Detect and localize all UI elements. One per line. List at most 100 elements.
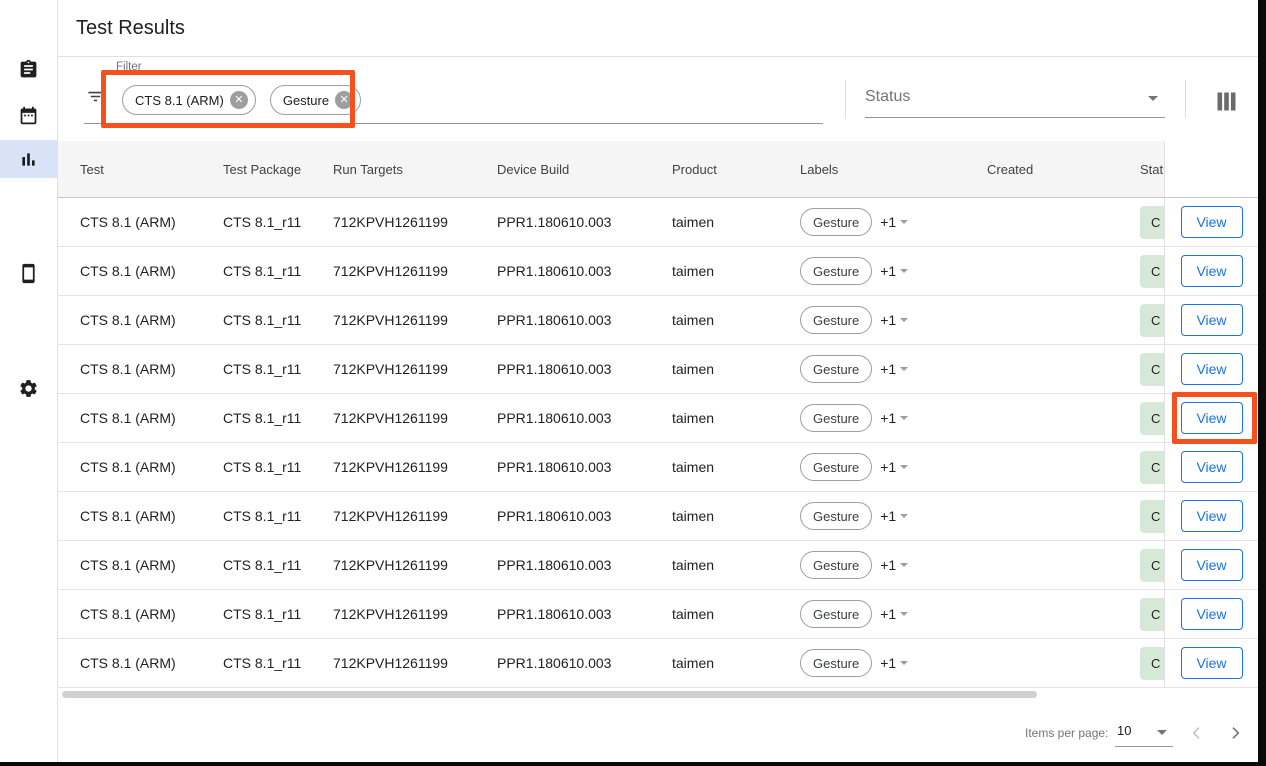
table-row: CTS 8.1 (ARM) CTS 8.1_r11 712KPVH1261199… [58,590,1258,639]
view-button[interactable]: View [1181,451,1243,483]
view-button[interactable]: View [1181,500,1243,532]
smartphone-icon [18,263,39,284]
chevron-down-icon [1148,96,1158,101]
view-button[interactable]: View [1181,647,1243,679]
cell-device-build: PPR1.180610.003 [497,606,672,622]
close-icon[interactable]: ✕ [230,91,248,109]
main-content: Test Results Filter CTS 8.1 (ARM) ✕ Gest… [58,0,1258,762]
gear-icon [18,378,39,399]
app-window: Test Results Filter CTS 8.1 (ARM) ✕ Gest… [0,0,1266,766]
window-edge-bottom [0,762,1266,766]
next-page-button[interactable] [1227,725,1243,746]
cell-test-package: CTS 8.1_r11 [223,655,333,671]
view-columns-icon[interactable] [1217,92,1236,116]
more-labels-dropdown[interactable]: +1 [880,557,908,573]
filter-chip-gesture[interactable]: Gesture ✕ [270,85,361,115]
more-labels-dropdown[interactable]: +1 [880,214,908,230]
more-labels-dropdown[interactable]: +1 [880,459,908,475]
chevron-down-icon [900,269,908,273]
table-row: CTS 8.1 (ARM) CTS 8.1_r11 712KPVH1261199… [58,198,1258,247]
status-dropdown-underline[interactable] [865,117,1165,118]
cell-run-targets: 712KPVH1261199 [333,655,497,671]
more-labels-count: +1 [880,557,896,573]
cell-actions: View [1164,443,1258,491]
items-per-page-label: Items per page: [1025,726,1108,740]
cell-labels: Gesture +1 [800,649,987,677]
more-labels-dropdown[interactable]: +1 [880,508,908,524]
more-labels-dropdown[interactable]: +1 [880,312,908,328]
cell-actions: View [1164,345,1258,393]
previous-page-button[interactable] [1189,725,1205,746]
label-chip-text: Gesture [813,558,859,573]
cell-product: taimen [672,214,800,230]
view-button[interactable]: View [1181,402,1243,434]
chevron-down-icon [900,514,908,518]
close-icon[interactable]: ✕ [335,91,353,109]
view-button[interactable]: View [1181,598,1243,630]
cell-status: C [1140,247,1164,295]
more-labels-count: +1 [880,606,896,622]
table-row: CTS 8.1 (ARM) CTS 8.1_r11 712KPVH1261199… [58,541,1258,590]
more-labels-dropdown[interactable]: +1 [880,361,908,377]
label-chip-text: Gesture [813,411,859,426]
cell-labels: Gesture +1 [800,453,987,481]
view-button[interactable]: View [1181,549,1243,581]
page-header: Test Results [58,0,1258,57]
cell-actions: View [1164,247,1258,295]
view-button[interactable]: View [1181,304,1243,336]
cell-device-build: PPR1.180610.003 [497,508,672,524]
chevron-down-icon[interactable] [1157,730,1167,735]
filter-chip-label: CTS 8.1 (ARM) [135,93,224,108]
filter-icon[interactable] [86,87,105,111]
filter-field-underline [84,123,823,124]
cell-device-build: PPR1.180610.003 [497,410,672,426]
horizontal-scrollbar-thumb[interactable] [62,691,1037,698]
chevron-down-icon [900,220,908,224]
cell-run-targets: 712KPVH1261199 [333,263,497,279]
label-chip: Gesture [800,453,872,481]
status-badge: C [1140,451,1164,484]
column-header-status: Status [1140,162,1164,177]
more-labels-dropdown[interactable]: +1 [880,606,908,622]
cell-labels: Gesture +1 [800,208,987,236]
cell-actions: View [1164,639,1258,687]
status-badge: C [1140,549,1164,582]
view-button[interactable]: View [1181,255,1243,287]
cell-test-package: CTS 8.1_r11 [223,214,333,230]
cell-actions: View [1164,492,1258,540]
more-labels-dropdown[interactable]: +1 [880,263,908,279]
sidebar-item-scheduled-runs[interactable] [0,93,57,137]
toolbar-divider [1185,80,1186,118]
cell-labels: Gesture +1 [800,404,987,432]
cell-product: taimen [672,459,800,475]
cell-product: taimen [672,508,800,524]
more-labels-dropdown[interactable]: +1 [880,410,908,426]
page-title: Test Results [76,17,185,40]
cell-test: CTS 8.1 (ARM) [58,508,223,524]
sidebar-item-devices[interactable] [0,251,57,295]
view-button[interactable]: View [1181,353,1243,385]
cell-status: C [1140,492,1164,540]
cell-test: CTS 8.1 (ARM) [58,312,223,328]
label-chip-text: Gesture [813,215,859,230]
table-row: CTS 8.1 (ARM) CTS 8.1_r11 712KPVH1261199… [58,492,1258,541]
label-chip: Gesture [800,257,872,285]
chevron-down-icon [900,318,908,322]
filter-chip-cts[interactable]: CTS 8.1 (ARM) ✕ [122,85,256,115]
status-badge: C [1140,206,1164,239]
items-per-page-value[interactable]: 10 [1117,723,1131,738]
more-labels-dropdown[interactable]: +1 [880,655,908,671]
view-button[interactable]: View [1181,206,1243,238]
sidebar-item-test-plans[interactable] [0,47,57,91]
cell-labels: Gesture +1 [800,257,987,285]
table-row: CTS 8.1 (ARM) CTS 8.1_r11 712KPVH1261199… [58,247,1258,296]
filter-toolbar: Filter CTS 8.1 (ARM) ✕ Gesture ✕ Status [58,57,1258,141]
sidebar [0,0,58,762]
column-header-labels: Labels [800,162,987,177]
sidebar-item-settings[interactable] [0,366,57,410]
filter-chip-list: CTS 8.1 (ARM) ✕ Gesture ✕ [122,85,361,115]
cell-status: C [1140,590,1164,638]
status-badge: C [1140,304,1164,337]
cell-product: taimen [672,263,800,279]
sidebar-item-test-results[interactable] [0,140,57,178]
